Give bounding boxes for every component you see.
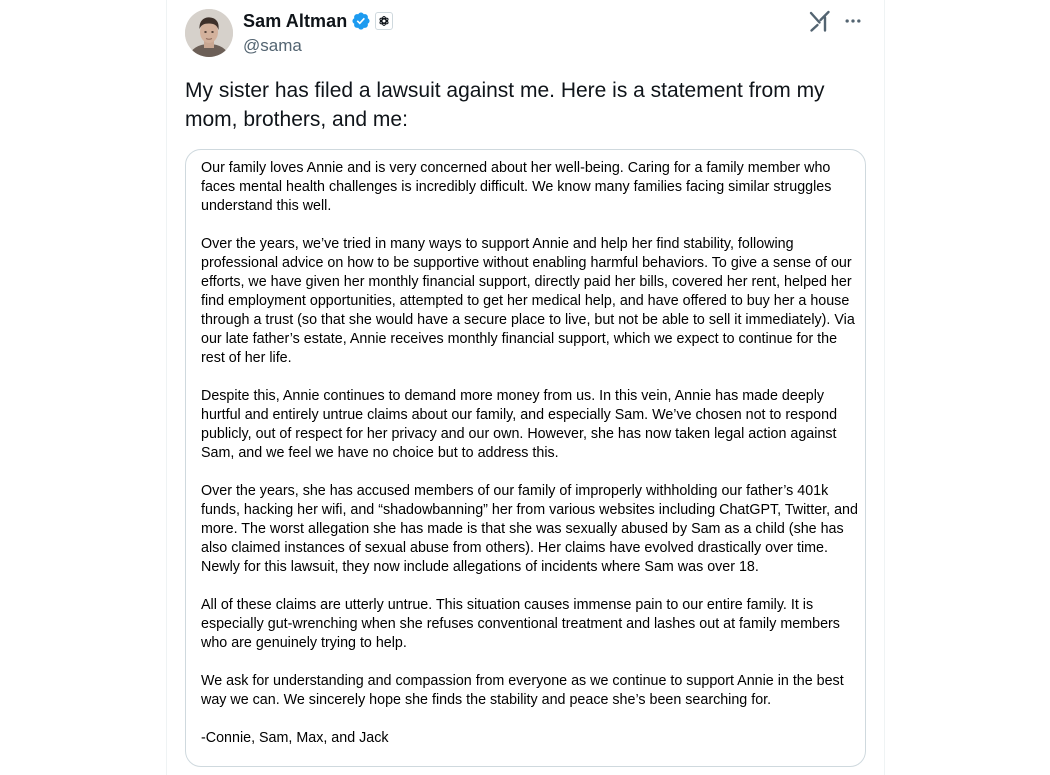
more-options-icon[interactable] (841, 9, 865, 33)
grok-icon[interactable] (808, 9, 832, 33)
statement-paragraph: Despite this, Annie continues to demand … (201, 388, 838, 461)
statement-paragraph: All of these claims are utterly untrue. … (201, 597, 840, 651)
statement-text: Our family loves Annie and is very conce… (201, 159, 861, 748)
verified-badge-icon[interactable] (351, 11, 371, 31)
author-handle[interactable]: @sama (243, 36, 302, 56)
author-row: Sam Altman (243, 10, 394, 32)
statement-paragraph: Our family loves Annie and is very conce… (201, 160, 832, 214)
statement-paragraph: We ask for understanding and compassion … (201, 673, 844, 708)
statement-paragraph: Over the years, we’ve tried in many ways… (201, 236, 855, 366)
statement-signature: -Connie, Sam, Max, and Jack (201, 730, 389, 746)
tweet-image[interactable]: Our family loves Annie and is very conce… (185, 149, 866, 767)
openai-logo-icon[interactable] (375, 12, 394, 30)
avatar[interactable] (185, 9, 233, 57)
timeline-border-right (884, 0, 885, 775)
author-name[interactable]: Sam Altman (243, 11, 347, 32)
tweet: Sam Altman @sama My sister has filed a l… (167, 0, 884, 775)
statement-paragraph: Over the years, she has accused members … (201, 483, 858, 575)
tweet-text: My sister has filed a lawsuit against me… (185, 79, 825, 131)
